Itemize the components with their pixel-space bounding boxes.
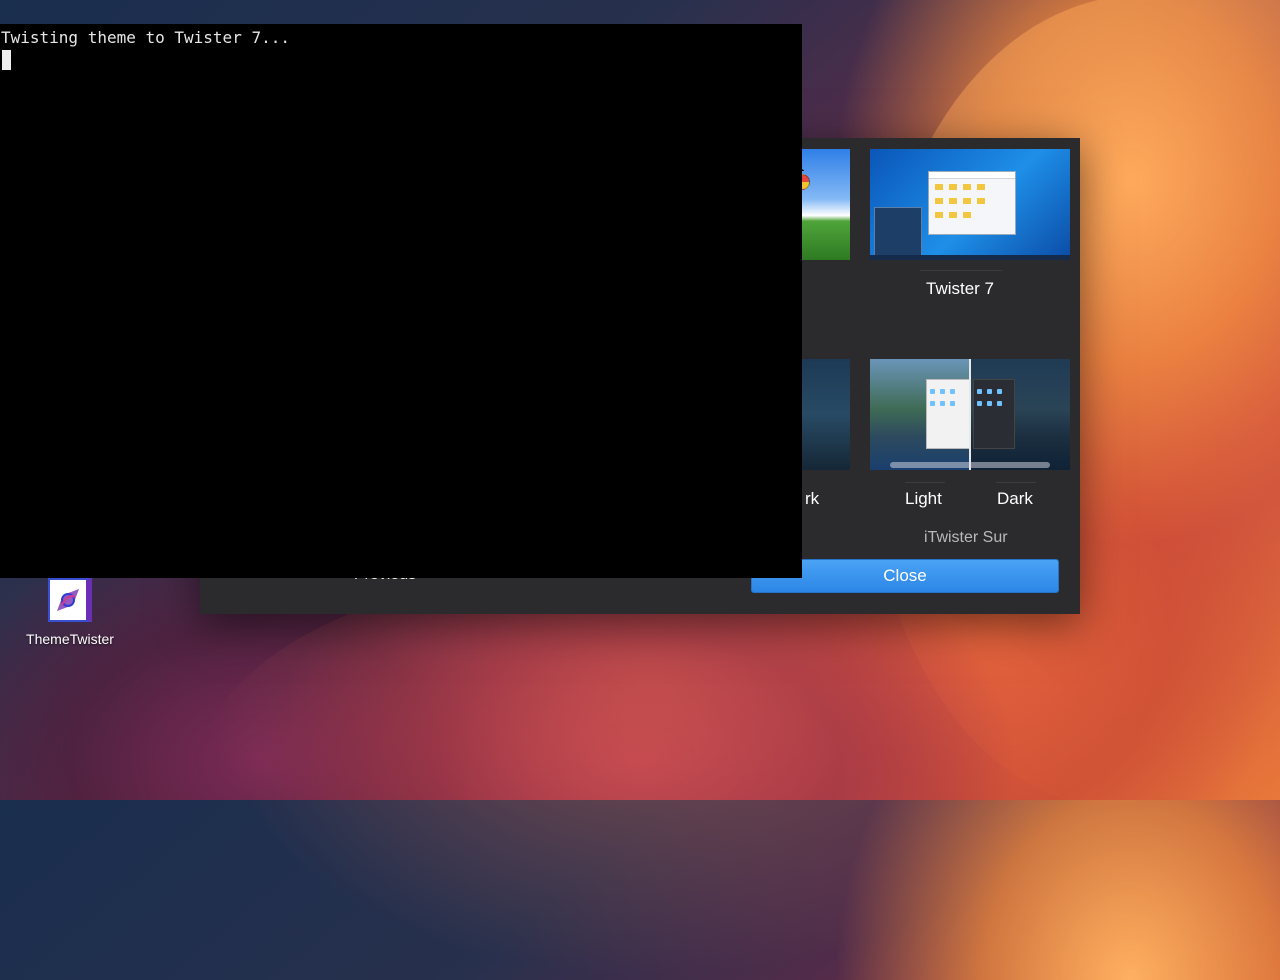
- desktop-icon-label: ThemeTwister: [26, 631, 114, 647]
- theme-thumbnail-partial-xp[interactable]: [802, 149, 850, 260]
- theme-thumbnail-twister-7[interactable]: [870, 149, 1070, 260]
- theme-thumbnail-itwister-sur: [870, 359, 1070, 470]
- taskbar-preview: [870, 255, 1070, 260]
- start-menu-preview: [874, 207, 922, 257]
- desktop-icon-themetwister[interactable]: ThemeTwister: [20, 578, 120, 648]
- theme-thumbnail-partial-dark[interactable]: [802, 359, 850, 470]
- theme-name-itwister-sur: iTwister Sur: [924, 529, 1008, 546]
- sur-light-preview[interactable]: [870, 359, 970, 470]
- console-cursor: [2, 50, 11, 70]
- sur-dark-preview[interactable]: [971, 359, 1070, 470]
- explorer-window-preview: [928, 171, 1016, 235]
- console-window[interactable]: Twisting theme to Twister 7...: [0, 24, 802, 578]
- divider: [920, 270, 1002, 271]
- themetwister-app-icon: [48, 578, 92, 622]
- divider: [996, 482, 1036, 483]
- wallpaper-glow: [200, 560, 1100, 980]
- variant-light-label[interactable]: Light: [905, 489, 942, 509]
- variant-dark-label[interactable]: Dark: [997, 489, 1033, 509]
- divider: [905, 482, 945, 483]
- console-output-line: Twisting theme to Twister 7...: [1, 28, 290, 47]
- variant-label-partial: rk: [805, 489, 820, 508]
- dock-preview: [890, 462, 1050, 468]
- theme-name-twister-7: Twister 7: [926, 279, 995, 298]
